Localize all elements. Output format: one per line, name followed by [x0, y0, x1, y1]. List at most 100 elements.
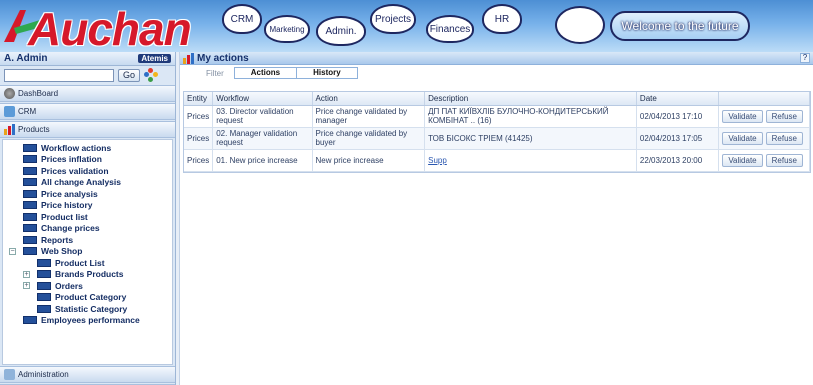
nav-web-shop[interactable]: − Web Shop: [3, 246, 172, 258]
nav-workflow-actions[interactable]: Workflow actions: [3, 142, 172, 154]
nav-label: Product Category: [55, 292, 127, 303]
nav-ws-brands-products[interactable]: + Brands Products: [3, 269, 172, 281]
supplier-link[interactable]: Supp: [428, 156, 447, 165]
flower-icon[interactable]: [144, 68, 158, 82]
square-icon: [23, 155, 37, 164]
nav-label: Price history: [41, 200, 93, 211]
module-finances-button[interactable]: Finances: [426, 15, 474, 43]
search-input[interactable]: [4, 68, 114, 82]
nav-prices-validation[interactable]: Prices validation: [3, 165, 172, 177]
square-icon: [23, 316, 37, 325]
nav-ws-product-list[interactable]: Product List: [3, 257, 172, 269]
section-label: DashBoard: [18, 89, 59, 98]
user-name[interactable]: A. Admin: [4, 53, 48, 64]
expand-toggle-icon[interactable]: +: [23, 270, 30, 278]
section-products[interactable]: Products: [0, 121, 175, 138]
nav-label: Brands Products: [55, 269, 124, 280]
module-projects-button[interactable]: Projects: [370, 4, 416, 34]
go-button[interactable]: Go: [118, 68, 140, 82]
module-hr-button[interactable]: HR: [482, 4, 522, 34]
nav-ws-statistic-category[interactable]: Statistic Category: [3, 303, 172, 315]
filter-label: Filter: [206, 68, 224, 78]
module-label: HR: [494, 13, 510, 25]
table-row: Prices 03. Director validation request P…: [184, 105, 810, 128]
section-administration[interactable]: Administration: [0, 366, 175, 383]
square-icon: [23, 166, 37, 175]
nav-employees-performance[interactable]: Employees performance: [3, 315, 172, 327]
nav-ws-product-category[interactable]: Product Category: [3, 292, 172, 304]
module-label: Marketing: [269, 24, 305, 34]
company-badge[interactable]: Atemis: [138, 54, 171, 63]
validate-button[interactable]: Validate: [722, 109, 763, 123]
nav-product-list[interactable]: Product list: [3, 211, 172, 223]
panel-header: My actions ?: [180, 52, 813, 65]
nav-label: Product List: [55, 257, 105, 268]
nav-prices-inflation[interactable]: Prices inflation: [3, 154, 172, 166]
nav-price-history[interactable]: Price history: [3, 200, 172, 212]
crm-icon: [4, 106, 15, 117]
bar-chart-icon: [183, 52, 194, 64]
tab-history[interactable]: History: [297, 68, 357, 78]
welcome-banner: Welcome to the future: [610, 11, 750, 41]
refuse-button[interactable]: Refuse: [765, 131, 803, 145]
nav-label: Reports: [41, 234, 74, 245]
bar-chart-icon: [4, 124, 15, 135]
help-button[interactable]: ?: [800, 53, 810, 63]
nav-label: Web Shop: [41, 246, 83, 257]
column-header-action[interactable]: Action: [312, 92, 426, 106]
module-admin-button[interactable]: Admin.: [316, 16, 366, 46]
nav-all-change-analysis[interactable]: All change Analysis: [3, 177, 172, 189]
cell-buttons: Validate Refuse: [718, 149, 810, 172]
cell-workflow: 01. New price increase: [212, 149, 313, 172]
cell-date: 02/04/2013 17:10: [636, 105, 720, 128]
nav-change-prices[interactable]: Change prices: [3, 223, 172, 235]
square-icon: [37, 270, 51, 279]
tab-actions[interactable]: Actions: [234, 68, 298, 78]
module-label: CRM: [230, 13, 254, 25]
filter-tabs: Actions History: [233, 67, 358, 79]
cell-description: ТОВ БІСОКС ТРІЕМ (41425): [424, 127, 637, 150]
validate-button[interactable]: Validate: [722, 153, 763, 167]
module-marketing-button[interactable]: Marketing: [264, 15, 310, 43]
nav-label: Prices inflation: [41, 154, 102, 165]
nav-reports[interactable]: Reports: [3, 234, 172, 246]
column-header-entity[interactable]: Entity: [184, 92, 214, 106]
cell-workflow: 03. Director validation request: [212, 105, 313, 128]
square-icon: [23, 143, 37, 152]
expand-toggle-icon[interactable]: +: [23, 282, 30, 289]
nav-ws-orders[interactable]: + Orders: [3, 280, 172, 292]
page-title: My actions: [197, 52, 249, 64]
nav-label: Workflow actions: [41, 142, 112, 153]
collapse-toggle-icon[interactable]: −: [9, 247, 16, 255]
refuse-button[interactable]: Refuse: [765, 109, 803, 123]
column-header-description[interactable]: Description: [424, 92, 637, 106]
cell-action: Price change validated by buyer: [312, 127, 426, 150]
sidebar: A. Admin Atemis Go DashBoard CRM Product…: [0, 52, 176, 385]
module-label: Admin.: [325, 25, 357, 37]
column-header-date[interactable]: Date: [636, 92, 720, 106]
square-icon: [23, 235, 37, 244]
thinker-figure-icon: [555, 6, 605, 44]
square-icon: [23, 247, 37, 256]
administration-icon: [4, 369, 15, 380]
nav-label: All change Analysis: [41, 177, 121, 188]
refuse-button[interactable]: Refuse: [765, 153, 803, 167]
actions-grid: Entity Workflow Action Description Date …: [183, 91, 811, 173]
nav-label: Employees performance: [41, 315, 140, 326]
cell-date: 02/04/2013 17:05: [636, 127, 720, 150]
validate-button[interactable]: Validate: [722, 131, 763, 145]
main-panel: My actions ? Filter Actions History Enti…: [180, 52, 813, 385]
module-crm-button[interactable]: CRM: [222, 4, 262, 34]
user-bar: A. Admin Atemis: [0, 52, 175, 66]
cell-action: Price change validated by manager: [312, 105, 426, 128]
section-label: CRM: [18, 107, 37, 116]
column-header-workflow[interactable]: Workflow: [212, 92, 313, 106]
section-dashboard[interactable]: DashBoard: [0, 85, 175, 102]
table-row: Prices 02. Manager validation request Pr…: [184, 127, 810, 150]
brand-logo[interactable]: Auchan: [28, 2, 192, 52]
section-crm[interactable]: CRM: [0, 103, 175, 120]
nav-price-analysis[interactable]: Price analysis: [3, 188, 172, 200]
module-label: Finances: [429, 23, 471, 35]
filter-row: Filter Actions History: [180, 65, 813, 81]
cell-workflow: 02. Manager validation request: [212, 127, 313, 150]
